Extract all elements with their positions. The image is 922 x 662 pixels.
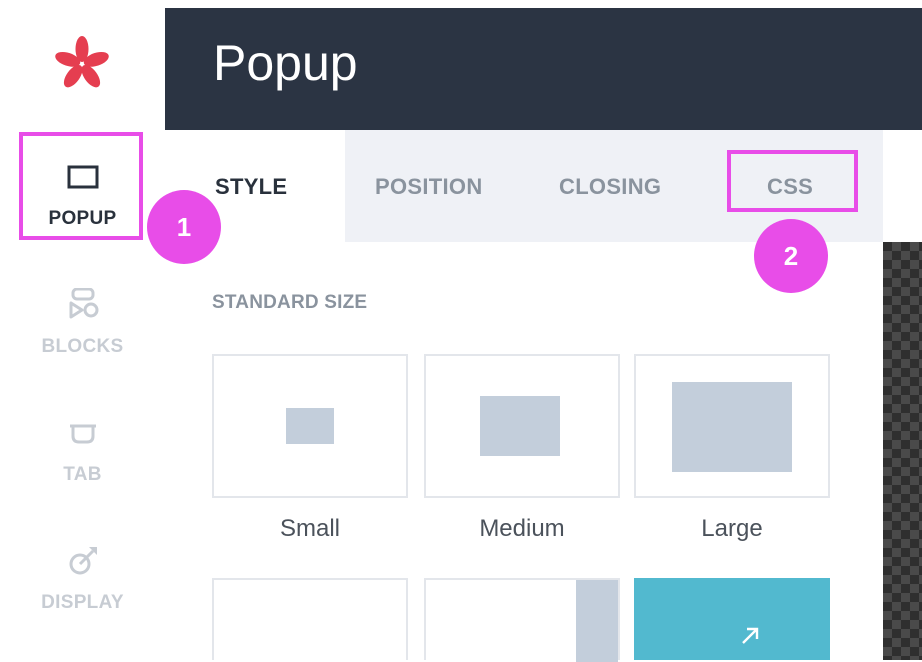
- size-preview-large: [672, 382, 792, 472]
- sidebar: POPUP BLOCKS TAB DISPLAY: [0, 0, 165, 660]
- asterisk-logo-icon: [55, 36, 109, 88]
- size-label-small: Small: [279, 515, 340, 542]
- size-preview-side: [576, 580, 618, 662]
- target-icon: [69, 547, 97, 575]
- size-card-medium[interactable]: [424, 354, 620, 498]
- size-card-side[interactable]: [424, 578, 620, 662]
- header: Popup: [165, 8, 922, 130]
- section-title: STANDARD SIZE: [212, 292, 368, 313]
- tab-closing[interactable]: CLOSING: [559, 174, 661, 200]
- tab-icon: [70, 424, 96, 444]
- sidebar-item-blocks[interactable]: BLOCKS: [0, 260, 165, 370]
- size-label-medium: Medium: [479, 515, 565, 542]
- size-label-large: Large: [701, 515, 763, 542]
- size-card-fullscreen[interactable]: [212, 578, 408, 660]
- sidebar-item-display[interactable]: DISPLAY: [0, 516, 165, 626]
- size-preview-small: [286, 408, 334, 444]
- tab-position[interactable]: POSITION: [375, 174, 483, 200]
- shapes-icon: [69, 288, 99, 319]
- expand-arrow-icon: [742, 627, 759, 644]
- sidebar-item-tab[interactable]: TAB: [0, 388, 165, 498]
- tab-style[interactable]: STYLE: [215, 174, 287, 200]
- annotation-badge-2: 2: [754, 219, 828, 293]
- size-card-small[interactable]: [212, 354, 408, 498]
- size-card-large[interactable]: [634, 354, 830, 498]
- sidebar-item-label: DISPLAY: [41, 592, 124, 613]
- annotation-badge-1: 1: [147, 190, 221, 264]
- sidebar-item-label: BLOCKS: [41, 336, 124, 357]
- page-title: Popup: [213, 35, 358, 91]
- sidebar-item-label: TAB: [63, 464, 102, 485]
- size-preview-medium: [480, 396, 560, 456]
- size-card-custom[interactable]: [634, 578, 830, 660]
- css-highlight-box: [727, 150, 858, 212]
- popup-highlight-box: [19, 132, 143, 240]
- preview-canvas: [883, 242, 922, 660]
